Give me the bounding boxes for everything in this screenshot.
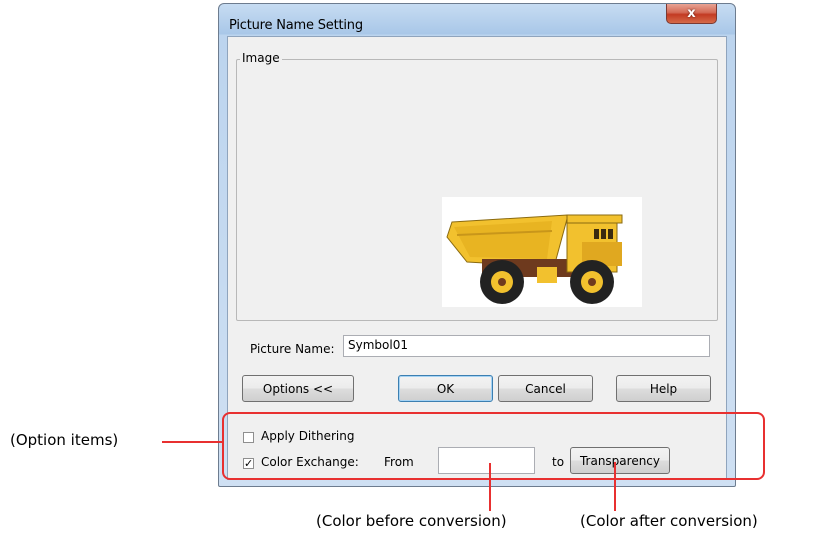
ok-button[interactable]: OK — [398, 375, 493, 402]
picture-name-label: Picture Name: — [250, 342, 335, 356]
truck-image — [442, 197, 642, 311]
dialog-title: Picture Name Setting — [229, 18, 363, 33]
cancel-button[interactable]: Cancel — [498, 375, 593, 402]
color-after-annotation: (Color after conversion) — [580, 512, 758, 530]
close-button[interactable]: x — [666, 4, 717, 24]
option-items-highlight — [222, 412, 765, 480]
image-group — [236, 59, 718, 321]
image-group-label: Image — [240, 51, 282, 65]
color-after-leader-line — [614, 462, 616, 511]
option-items-leader-line — [162, 441, 222, 443]
close-icon: x — [687, 6, 696, 21]
picture-name-input[interactable]: Symbol01 — [343, 335, 710, 357]
options-button[interactable]: Options << — [242, 375, 354, 402]
color-before-leader-line — [489, 463, 491, 511]
option-items-annotation: (Option items) — [10, 431, 119, 449]
color-before-annotation: (Color before conversion) — [316, 512, 507, 530]
help-button[interactable]: Help — [616, 375, 711, 402]
